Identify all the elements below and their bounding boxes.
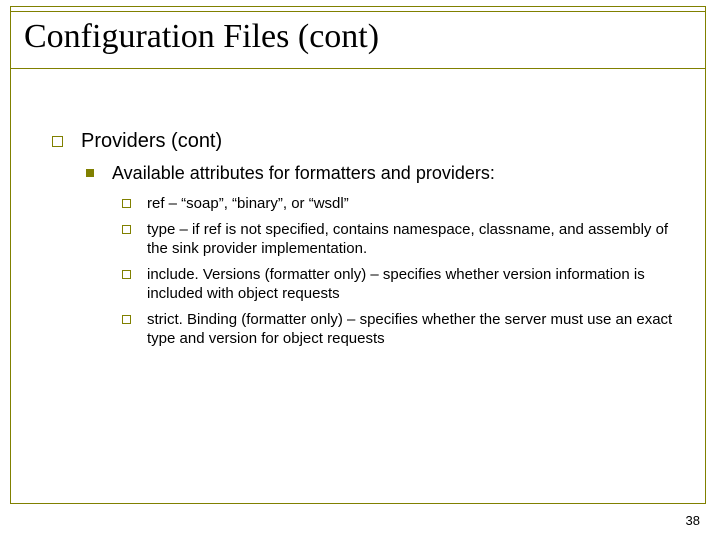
bullet-solid-square-icon [86, 169, 94, 177]
bullet-level-2: Available attributes for formatters and … [86, 163, 680, 184]
slide-title: Configuration Files (cont) [24, 18, 387, 56]
bullet-level-3-text: strict. Binding (formatter only) – speci… [147, 310, 680, 349]
bullet-open-square-icon [122, 270, 131, 279]
bullet-level-3: strict. Binding (formatter only) – speci… [122, 310, 680, 349]
bullet-level-3: include. Versions (formatter only) – spe… [122, 265, 680, 304]
bullet-level-1: Providers (cont) [52, 130, 680, 153]
slide: Configuration Files (cont) Providers (co… [0, 0, 720, 540]
bullet-level-3-text: include. Versions (formatter only) – spe… [147, 265, 680, 304]
bullet-open-square-icon [122, 199, 131, 208]
bullet-open-square-icon [52, 136, 63, 147]
bullet-level-3-text: ref – “soap”, “binary”, or “wsdl” [147, 194, 349, 214]
bullet-open-square-icon [122, 225, 131, 234]
bullet-level-3-text: type – if ref is not specified, contains… [147, 220, 680, 259]
slide-body: Providers (cont) Available attributes fo… [52, 130, 680, 355]
bullet-level-3: type – if ref is not specified, contains… [122, 220, 680, 259]
slide-frame-rule-2 [10, 68, 706, 69]
bullet-level-3: ref – “soap”, “binary”, or “wsdl” [122, 194, 680, 214]
bullet-level-1-text: Providers (cont) [81, 130, 222, 153]
bullet-level-3-list: ref – “soap”, “binary”, or “wsdl” type –… [122, 194, 680, 349]
bullet-level-2-text: Available attributes for formatters and … [112, 163, 495, 184]
slide-frame-rule-1 [10, 11, 706, 12]
page-number: 38 [686, 513, 700, 528]
bullet-open-square-icon [122, 315, 131, 324]
